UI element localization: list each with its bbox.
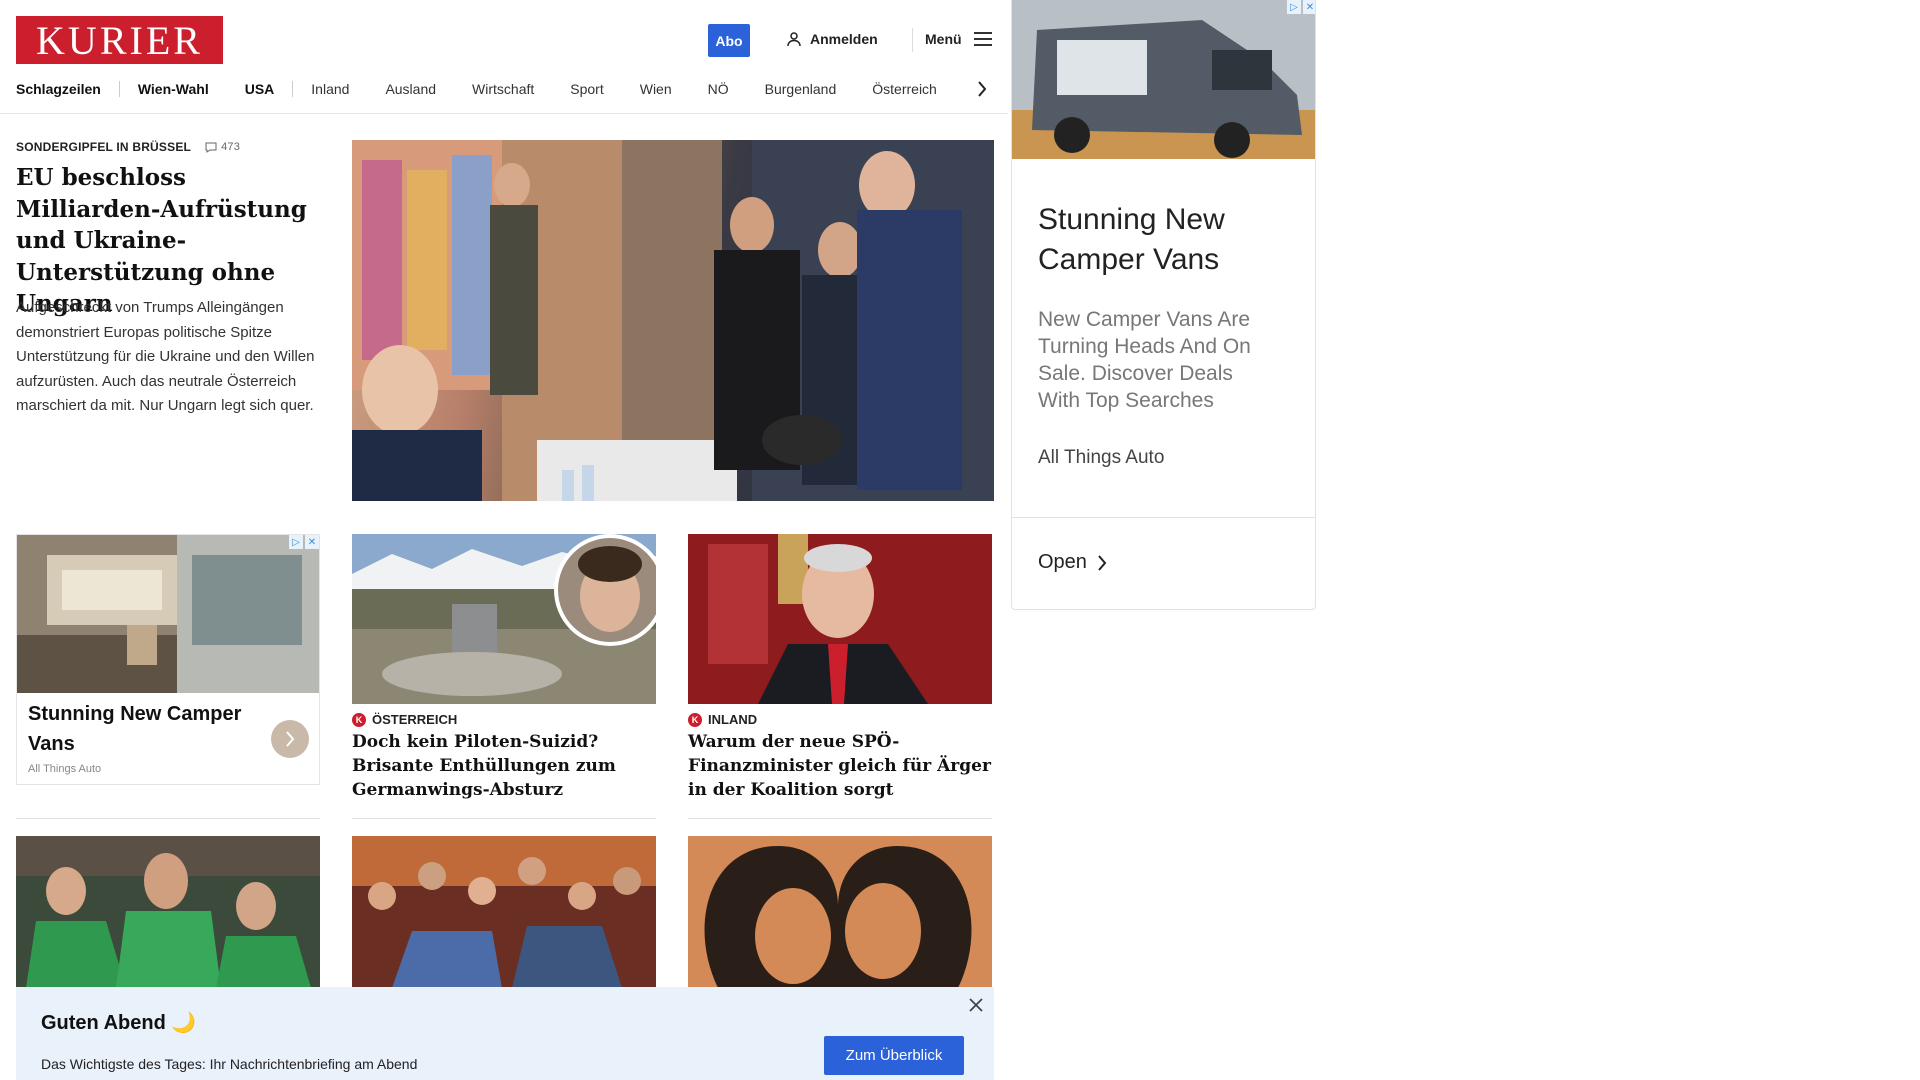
ad-description: New Camper Vans Are Turning Heads And On…	[1038, 308, 1251, 412]
nav-divider	[0, 113, 1008, 114]
nav-scroll-right-button[interactable]	[974, 78, 990, 100]
login-button[interactable]: Anmelden	[786, 31, 878, 47]
card-kicker-inland[interactable]: K INLAND	[688, 712, 757, 727]
kicker-label: ÖSTERREICH	[372, 712, 458, 727]
banner-text: Das Wichtigste des Tages: Ihr Nachrichte…	[41, 1056, 418, 1072]
nav-item-burgenland[interactable]: Burgenland	[747, 81, 855, 97]
user-icon	[787, 32, 801, 47]
lead-comments[interactable]: 473	[205, 141, 240, 153]
memorial-photo	[352, 534, 656, 704]
football-photo	[16, 836, 320, 988]
row-divider	[352, 818, 656, 819]
ad-close-icon: ✕	[305, 535, 319, 549]
card-headline-germanwings[interactable]: Doch kein Piloten-Suizid? Brisante Enthü…	[352, 730, 656, 802]
article-image-illustration[interactable]	[688, 836, 992, 988]
chevron-right-icon	[1098, 554, 1107, 571]
sponsored-card[interactable]: ▷ ✕ Stunning New Camper Vans All Things …	[16, 534, 320, 785]
evening-briefing-banner: Guten Abend 🌙 Das Wichtigste des Tages: …	[16, 987, 994, 1080]
row-divider	[688, 818, 992, 819]
adchoices[interactable]: ▷ ✕	[1287, 0, 1315, 14]
nav-item-ausland[interactable]: Ausland	[367, 81, 454, 97]
lead-image[interactable]	[352, 140, 994, 501]
login-label: Anmelden	[810, 31, 878, 47]
adchoices-icon: ▷	[289, 535, 303, 549]
logo-text: KURIER	[36, 17, 203, 63]
banner-close-button[interactable]	[968, 997, 984, 1013]
menu-button[interactable]: Menü	[925, 31, 992, 47]
sidebar-ad[interactable]: ▷ ✕ Stunning New Camper Vans New Camper …	[1011, 0, 1316, 610]
kurier-plus-icon: K	[352, 712, 366, 727]
kicker-label: INLAND	[708, 712, 758, 727]
hamburger-icon	[973, 32, 992, 46]
lead-kicker-label: SONDERGIPFEL IN BRÜSSEL	[16, 140, 192, 154]
banner-title: Guten Abend 🌙	[41, 1012, 197, 1034]
adchoices[interactable]: ▷ ✕	[289, 535, 319, 549]
ad-brand: All Things Auto	[28, 763, 102, 775]
ad-title: Stunning New Camper Vans	[1038, 203, 1225, 276]
article-image-finanzminister[interactable]	[688, 534, 992, 704]
comment-icon	[205, 142, 217, 153]
kiss-illustration	[688, 836, 992, 988]
chevron-right-icon	[978, 81, 987, 97]
ad-divider	[1012, 517, 1315, 518]
ad-image: ▷ ✕	[1012, 0, 1315, 159]
article-image-germanwings[interactable]	[352, 534, 656, 704]
ad-title: Stunning New Camper Vans	[28, 703, 242, 755]
header-divider	[912, 28, 913, 52]
lead-teaser[interactable]: Aufgeschreckt von Trumps Alleingängen de…	[16, 296, 316, 419]
lead-kicker[interactable]: SONDERGIPFEL IN BRÜSSEL 473	[16, 140, 240, 154]
nav-item-inland[interactable]: Inland	[293, 81, 367, 97]
nav-item-usa[interactable]: USA	[227, 81, 293, 97]
card-kicker-oesterreich[interactable]: K ÖSTERREICH	[352, 712, 457, 727]
card-headline-finanzminister[interactable]: Warum der neue SPÖ-Finanzminister gleich…	[688, 730, 992, 802]
nav-item-schlagzeilen[interactable]: Schlagzeilen	[16, 81, 119, 97]
close-icon	[969, 998, 983, 1012]
ad-open-button[interactable]: Open	[1038, 551, 1107, 574]
comment-count: 473	[221, 141, 241, 153]
kurier-plus-icon: K	[688, 712, 702, 727]
crowd-photo	[352, 836, 656, 988]
menu-label: Menü	[925, 31, 962, 47]
ad-open-label: Open	[1038, 551, 1087, 573]
summit-photo	[352, 140, 994, 501]
kurier-logo[interactable]: KURIER	[16, 16, 223, 64]
nav-item-sport[interactable]: Sport	[552, 81, 621, 97]
nav-item-oesterreich[interactable]: Österreich	[854, 81, 955, 97]
ad-open-button[interactable]	[271, 720, 309, 758]
article-image-football[interactable]	[16, 836, 320, 988]
overview-button[interactable]: Zum Überblick	[824, 1036, 964, 1075]
article-image-rally[interactable]	[352, 836, 656, 988]
camper-van-photo	[1012, 0, 1315, 159]
nav-item-wien[interactable]: Wien	[622, 81, 690, 97]
camper-interior-photo	[17, 535, 319, 693]
section-nav: Schlagzeilen Wien-Wahl USA Inland Auslan…	[16, 78, 992, 100]
nav-item-wirtschaft[interactable]: Wirtschaft	[454, 81, 552, 97]
ad-close-icon: ✕	[1303, 0, 1315, 14]
chevron-right-icon	[286, 731, 295, 747]
nav-item-noe[interactable]: NÖ	[690, 81, 747, 97]
ad-image: ▷ ✕	[17, 535, 319, 693]
nav-item-wien-wahl[interactable]: Wien-Wahl	[120, 81, 227, 97]
abo-button[interactable]: Abo	[708, 24, 750, 57]
adchoices-icon: ▷	[1287, 0, 1301, 14]
row-divider	[16, 818, 320, 819]
politician-photo	[688, 534, 992, 704]
ad-brand: All Things Auto	[1038, 447, 1165, 468]
